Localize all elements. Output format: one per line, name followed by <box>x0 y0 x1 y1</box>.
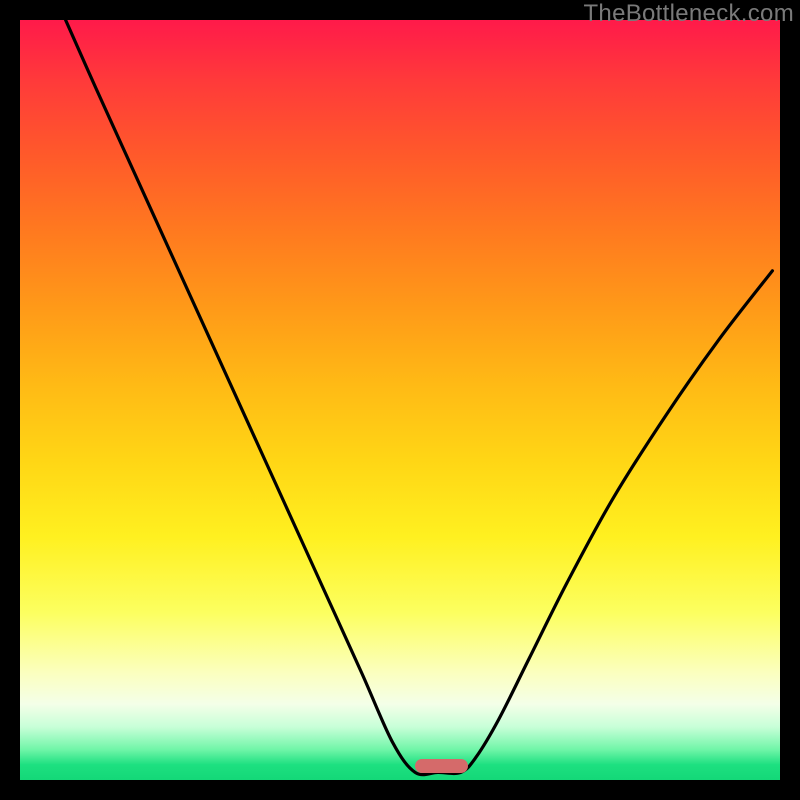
plot-area <box>20 20 780 780</box>
chart-frame: TheBottleneck.com <box>0 0 800 800</box>
curve-layer <box>20 20 780 780</box>
watermark-text: TheBottleneck.com <box>583 0 794 28</box>
bottleneck-curve <box>66 20 773 775</box>
optimal-marker <box>415 759 468 773</box>
